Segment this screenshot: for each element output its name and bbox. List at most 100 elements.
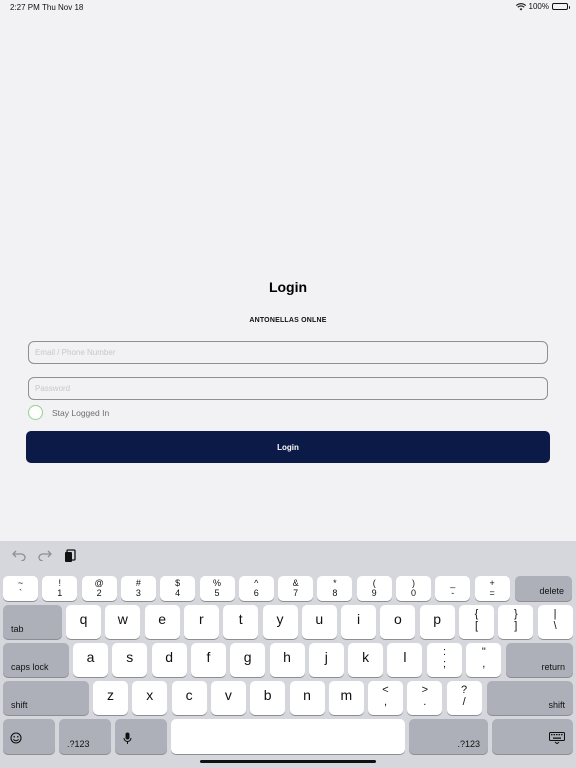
key-label: | (553, 608, 557, 620)
key-u[interactable]: u (301, 605, 337, 639)
key-punct2-0[interactable]: <, (368, 681, 403, 715)
key-label: \ (553, 620, 557, 632)
key-l[interactable]: l (387, 643, 423, 677)
key-k[interactable]: k (348, 643, 384, 677)
key-label: & (292, 578, 299, 588)
key-label: ! (58, 578, 62, 588)
login-button[interactable]: Login (26, 431, 550, 463)
undo-icon[interactable] (12, 549, 26, 561)
key-b[interactable]: b (250, 681, 286, 715)
key-label: . (423, 696, 427, 708)
emoji-key[interactable] (3, 719, 55, 754)
key-j[interactable]: j (308, 643, 344, 677)
key-m[interactable]: m (328, 681, 364, 715)
key-label: 5 (214, 588, 220, 598)
key-p[interactable]: p (419, 605, 455, 639)
key-label: p (433, 611, 442, 627)
key-y[interactable]: y (262, 605, 298, 639)
key-symbol-1[interactable]: }] (498, 605, 534, 639)
paste-icon[interactable] (64, 549, 76, 563)
key-symbol-0[interactable]: {[ (459, 605, 494, 639)
return-key[interactable]: return (506, 643, 573, 677)
delete-key[interactable]: delete (515, 576, 572, 601)
key-w[interactable]: w (105, 605, 141, 639)
key-label: 7 (293, 588, 299, 598)
key-t[interactable]: t (223, 605, 259, 639)
wifi-icon (515, 2, 526, 10)
key-punct2-1[interactable]: >. (407, 681, 443, 715)
key-label: y (276, 611, 284, 627)
password-field[interactable] (28, 377, 548, 400)
key-v[interactable]: v (210, 681, 246, 715)
status-date: Thu Nov 18 (42, 3, 84, 12)
key-number-7[interactable]: & 7 (278, 576, 314, 601)
numbers-left-key[interactable]: .?123 (59, 719, 111, 754)
key-number-8[interactable]: * 8 (317, 576, 353, 601)
stay-logged-in-toggle[interactable]: Stay Logged In (28, 405, 109, 420)
key-g[interactable]: g (230, 643, 266, 677)
key-number-6[interactable]: ^ 6 (238, 576, 274, 601)
key-number-12[interactable]: + = (474, 576, 510, 601)
key-s[interactable]: s (112, 643, 148, 677)
key-r[interactable]: r (183, 605, 219, 639)
key-number-1[interactable]: ! 1 (42, 576, 78, 601)
key-label: m (340, 687, 353, 703)
key-i[interactable]: i (341, 605, 377, 639)
key-punct-0[interactable]: :; (427, 643, 462, 677)
key-e[interactable]: e (144, 605, 180, 639)
key-d[interactable]: d (151, 643, 187, 677)
key-label: ? (461, 684, 468, 696)
key-number-11[interactable]: _ - (435, 576, 471, 601)
key-x[interactable]: x (132, 681, 168, 715)
key-number-0[interactable]: ~ ` (3, 576, 38, 601)
tab-key[interactable]: tab (3, 605, 62, 639)
key-number-5[interactable]: % 5 (199, 576, 235, 601)
email-field[interactable] (28, 341, 548, 364)
key-punct2-2[interactable]: ? / (446, 681, 482, 715)
key-number-9[interactable]: (9 (356, 576, 392, 601)
key-label: $ (175, 578, 181, 588)
shift-right-key[interactable]: shift (487, 681, 573, 715)
key-label: ~ (17, 578, 24, 588)
key-label: , (482, 658, 486, 670)
key-label: , (383, 696, 388, 708)
keyboard-dismiss-key[interactable] (492, 719, 573, 754)
key-number-3[interactable]: #3 (120, 576, 156, 601)
key-label: @ (94, 578, 104, 588)
key-number-4[interactable]: $4 (160, 576, 196, 601)
key-o[interactable]: o (380, 605, 416, 639)
dictation-key[interactable] (115, 719, 167, 754)
key-f[interactable]: f (190, 643, 226, 677)
numbers-right-key[interactable]: .?123 (409, 719, 488, 754)
redo-icon[interactable] (38, 549, 52, 561)
key-a[interactable]: a (73, 643, 108, 677)
microphone-icon (123, 732, 132, 744)
key-label: < (382, 684, 389, 696)
key-punct-1[interactable]: ", (466, 643, 502, 677)
key-h[interactable]: h (269, 643, 305, 677)
key-n[interactable]: n (289, 681, 325, 715)
key-number-2[interactable]: @2 (81, 576, 117, 601)
key-label: % (212, 578, 221, 588)
key-label: 1 (57, 588, 63, 598)
stay-logged-in-radio[interactable] (28, 405, 43, 420)
key-label: c (185, 687, 193, 703)
key-label: ) (412, 578, 415, 588)
key-number-10[interactable]: ) 0 (396, 576, 431, 601)
key-label: : (442, 646, 447, 658)
caps-lock-key[interactable]: caps lock (3, 643, 69, 677)
shift-left-key[interactable]: shift (3, 681, 89, 715)
space-bar[interactable] (171, 719, 405, 754)
key-label: ; (442, 658, 447, 670)
key-label: } (513, 608, 518, 620)
key-z[interactable]: z (93, 681, 128, 715)
key-label: > (421, 684, 429, 696)
key-label: x (146, 687, 154, 703)
key-q[interactable]: q (66, 605, 101, 639)
key-c[interactable]: c (171, 681, 207, 715)
key-label: - (451, 588, 455, 598)
battery-icon (552, 3, 570, 10)
key-symbol-2[interactable]: | \ (537, 605, 573, 639)
key-label: e (158, 611, 166, 627)
key-label: g (243, 649, 252, 665)
